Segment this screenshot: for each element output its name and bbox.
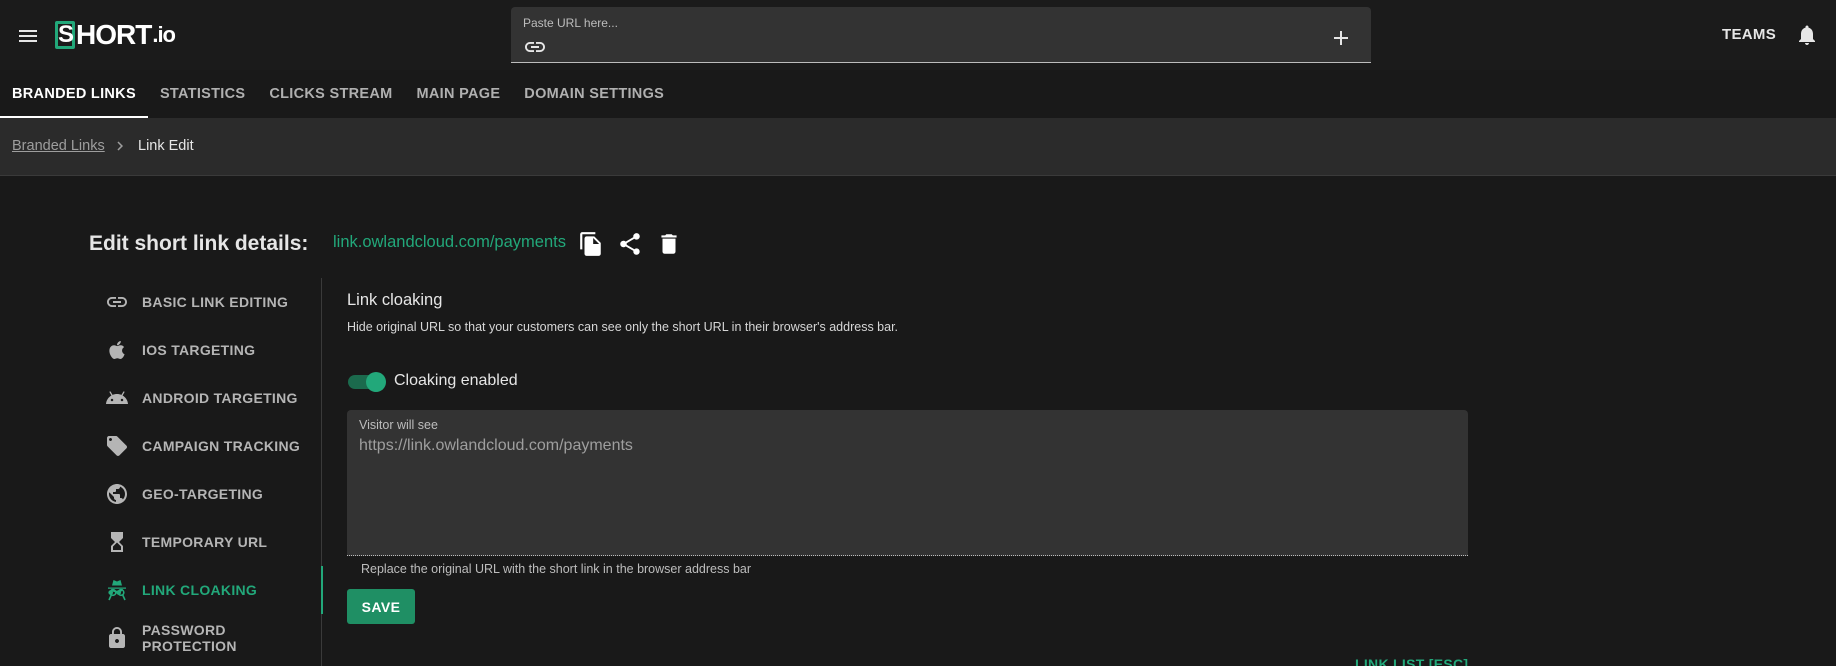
main-tabs: BRANDED LINKS STATISTICS CLICKS STREAM M…: [0, 70, 676, 118]
cloaking-toggle-label: Cloaking enabled: [394, 372, 518, 389]
apple-icon: [105, 338, 129, 362]
tab-statistics[interactable]: STATISTICS: [148, 70, 257, 118]
breadcrumb: Branded Links Link Edit: [0, 118, 1836, 176]
menu-password-protection[interactable]: PASSWORD PROTECTION: [88, 614, 322, 662]
visitor-will-see-field[interactable]: Visitor will see https://link.owlandclou…: [347, 410, 1468, 556]
tab-main-page[interactable]: MAIN PAGE: [405, 70, 513, 118]
copy-icon[interactable]: [578, 231, 604, 257]
chevron-right-icon: [111, 137, 129, 155]
menu-temporary-url[interactable]: TEMPORARY URL: [88, 518, 322, 566]
menu-link-cloaking[interactable]: LINK CLOAKING: [88, 566, 323, 614]
cloaking-toggle[interactable]: [348, 372, 386, 392]
section-title: Link cloaking: [347, 291, 443, 309]
menu-label: TEMPORARY URL: [142, 534, 268, 550]
logo-mark: S: [55, 21, 75, 49]
delete-icon[interactable]: [656, 231, 682, 257]
link-settings-menu: BASIC LINK EDITING IOS TARGETING ANDROID…: [88, 278, 323, 666]
menu-label: LINK CLOAKING: [142, 582, 258, 598]
visitor-field-value: https://link.owlandcloud.com/payments: [359, 437, 633, 454]
bell-icon[interactable]: [1795, 23, 1819, 47]
breadcrumb-current: Link Edit: [138, 138, 194, 154]
visitor-field-helper: Replace the original URL with the short …: [361, 562, 752, 576]
hourglass-icon: [105, 530, 129, 554]
tab-clicks-stream[interactable]: CLICKS STREAM: [257, 70, 404, 118]
menu-label: IOS TARGETING: [142, 342, 256, 358]
link-list-button[interactable]: LINK LIST [ESC]: [1355, 656, 1468, 666]
tab-domain-settings[interactable]: DOMAIN SETTINGS: [512, 70, 676, 118]
top-app-bar: S HORT .io Paste URL here... TEAMS: [0, 0, 1836, 70]
menu-label: BASIC LINK EDITING: [142, 294, 289, 310]
spy-icon: [105, 578, 129, 602]
save-button[interactable]: SAVE: [347, 589, 415, 624]
page-title: Edit short link details:: [89, 232, 309, 255]
globe-icon: [105, 482, 129, 506]
menu-ios-targeting[interactable]: IOS TARGETING: [88, 326, 322, 374]
link-icon: [523, 35, 547, 59]
visitor-field-label: Visitor will see: [359, 418, 438, 432]
logo-suffix: .io: [152, 22, 176, 47]
menu-geo-targeting[interactable]: GEO-TARGETING: [88, 470, 322, 518]
tag-icon: [105, 434, 129, 458]
logo[interactable]: S HORT .io: [55, 18, 176, 52]
menu-campaign-tracking[interactable]: CAMPAIGN TRACKING: [88, 422, 322, 470]
menu-basic-link-editing[interactable]: BASIC LINK EDITING: [88, 278, 322, 326]
android-icon: [105, 386, 129, 410]
menu-label: GEO-TARGETING: [142, 486, 264, 502]
breadcrumb-branded-links[interactable]: Branded Links: [12, 138, 105, 154]
menu-android-targeting[interactable]: ANDROID TARGETING: [88, 374, 322, 422]
menu-label: ANDROID TARGETING: [142, 390, 298, 406]
toggle-thumb: [366, 372, 386, 392]
menu-label: PASSWORD PROTECTION: [142, 622, 237, 654]
menu-icon[interactable]: [16, 24, 40, 48]
lock-icon: [105, 626, 129, 650]
menu-label: CAMPAIGN TRACKING: [142, 438, 301, 454]
plus-icon: [1334, 31, 1348, 45]
link-icon: [105, 290, 129, 314]
add-link-button[interactable]: [1329, 26, 1353, 50]
share-icon[interactable]: [617, 231, 643, 257]
logo-text: HORT: [76, 19, 152, 50]
tab-branded-links[interactable]: BRANDED LINKS: [0, 70, 148, 118]
section-description: Hide original URL so that your customers…: [347, 320, 899, 334]
short-link-url[interactable]: link.owlandcloud.com/payments: [333, 233, 566, 252]
url-input-field[interactable]: Paste URL here...: [511, 7, 1371, 63]
teams-button[interactable]: TEAMS: [1722, 26, 1776, 43]
url-input-label: Paste URL here...: [523, 16, 618, 30]
